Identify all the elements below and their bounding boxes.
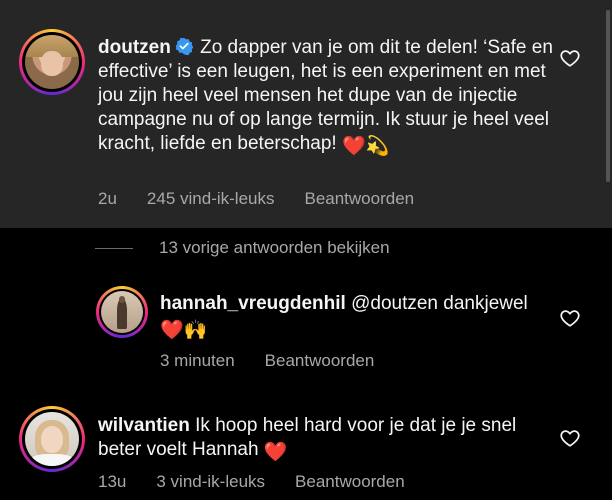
timestamp: 2u (98, 189, 117, 208)
heart-outline-icon[interactable] (559, 47, 581, 69)
avatar[interactable] (96, 286, 148, 338)
reply-button[interactable]: Beantwoorden (304, 189, 414, 209)
timestamp: 13u (98, 472, 127, 491)
view-previous-replies[interactable]: 13 vorige antwoorden bekijken (95, 238, 390, 258)
scrollbar[interactable] (606, 10, 610, 182)
dizzy-emoji: 💫 (365, 136, 390, 157)
comment-meta: 2u 245 vind-ik-leuks Beantwoorden (98, 189, 414, 209)
comment-body: dankjewel (443, 293, 528, 314)
raising-hands-emoji: 🙌 (183, 320, 208, 341)
view-previous-replies-label: 13 vorige antwoorden bekijken (159, 238, 390, 257)
avatar[interactable] (19, 29, 85, 95)
timestamp: 3 minuten (160, 351, 235, 370)
divider-line (95, 247, 133, 249)
red-heart-emoji: ❤️ (263, 442, 288, 463)
reply-button[interactable]: Beantwoorden (295, 472, 405, 492)
red-heart-emoji: ❤️ (160, 320, 184, 341)
username[interactable]: doutzen (98, 37, 171, 58)
comment-text: doutzen Zo dapper van je om dit te delen… (98, 36, 558, 159)
comment-text: wilvantien Ik hoop heel hard voor je dat… (98, 414, 558, 465)
likes-count[interactable]: 245 vind-ik-leuks (147, 189, 275, 209)
avatar[interactable] (19, 406, 85, 472)
verified-badge-icon (175, 37, 194, 56)
comment-text: hannah_vreugdenhil @doutzen dankjewel ❤️… (160, 292, 555, 343)
mention-link[interactable]: @doutzen (351, 293, 438, 314)
heart-outline-icon[interactable] (559, 307, 581, 329)
likes-count[interactable]: 3 vind-ik-leuks (156, 472, 265, 492)
username[interactable]: wilvantien (98, 415, 190, 436)
username[interactable]: hannah_vreugdenhil (160, 293, 346, 314)
comment-meta: 3 minuten Beantwoorden (160, 351, 374, 371)
comment-meta: 13u 3 vind-ik-leuks Beantwoorden (98, 472, 405, 492)
heart-outline-icon[interactable] (559, 427, 581, 449)
red-heart-emoji: ❤️ (341, 136, 366, 157)
reply-button[interactable]: Beantwoorden (265, 351, 375, 371)
